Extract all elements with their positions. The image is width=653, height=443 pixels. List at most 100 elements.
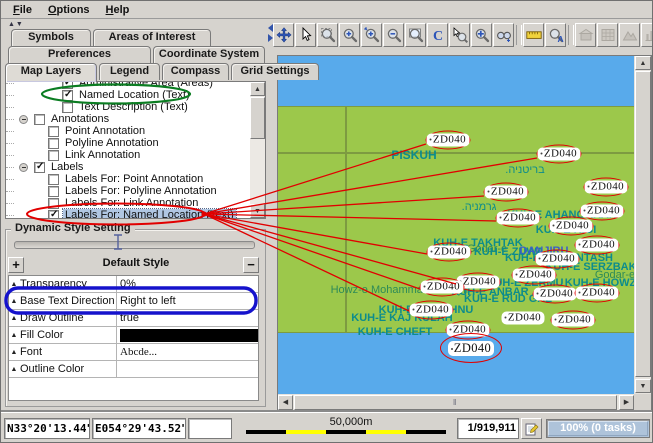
layer-checkbox[interactable] — [62, 81, 73, 89]
layer-checkbox[interactable] — [48, 198, 59, 209]
layer-checkbox[interactable] — [48, 150, 59, 161]
scroll-up-icon[interactable]: ▲ — [250, 82, 265, 96]
toolbar-separator — [568, 25, 574, 45]
property-value[interactable]: 0% — [117, 276, 258, 292]
scrollbar-thumb[interactable] — [635, 71, 651, 377]
refresh-tool-button[interactable]: C — [427, 23, 448, 47]
tree-item-named-location-text[interactable]: Named Location (Text) — [6, 89, 265, 101]
zd040-label: ZD040 — [502, 312, 544, 325]
scroll-left-icon[interactable]: ◀ — [278, 395, 293, 410]
tree-item-link-annotation[interactable]: Link Annotation — [6, 149, 265, 161]
tree-item-label: Link Annotation — [63, 149, 142, 161]
gray-grid-icon — [600, 27, 616, 43]
progress-label: 100% (0 tasks) — [547, 420, 649, 437]
zoom-center-tool-button[interactable] — [471, 23, 492, 47]
tree-item-labels[interactable]: Labels — [6, 161, 265, 173]
tab-row-1: SymbolsAreas of Interest — [11, 29, 213, 46]
sort-arrow-icon[interactable]: ▲ — [9, 315, 19, 322]
tab-coordinate-system[interactable]: Coordinate System — [153, 46, 265, 63]
layer-checkbox[interactable] — [34, 114, 45, 125]
map-toolbar: CA — [273, 23, 653, 47]
measure-tool-button[interactable] — [523, 23, 544, 47]
layer-checkbox[interactable] — [48, 126, 59, 137]
tab-map-layers[interactable]: Map Layers — [5, 63, 97, 82]
tree-item-label: Labels For: Named Location (Text) — [63, 209, 236, 219]
scale-ratio-input[interactable]: 1/919,911 — [457, 418, 519, 439]
zoom-window-tool-button[interactable] — [317, 23, 338, 47]
property-name: Draw Outline — [19, 310, 117, 326]
tree-scrollbar[interactable]: ▲ ▼ — [250, 82, 265, 218]
map-viewport[interactable]: PISKUHבריטניה.גרמניה.KUH-E AHANGARANKUH-… — [278, 56, 634, 394]
zoom-in-center-tool-button[interactable] — [361, 23, 382, 47]
tree-item-administrative-area-areas[interactable]: Administrative Area (Areas) — [6, 81, 265, 89]
layer-checkbox[interactable] — [48, 186, 59, 197]
layer-checkbox[interactable] — [62, 102, 73, 113]
zoom-extent-tool-button[interactable] — [405, 23, 426, 47]
sort-arrow-icon[interactable]: ▲ — [9, 349, 19, 356]
sort-arrow-icon[interactable]: ▲ — [9, 298, 19, 305]
pan-tool-button[interactable] — [273, 23, 294, 47]
layer-checkbox[interactable] — [48, 138, 59, 149]
color-swatch[interactable] — [120, 329, 258, 342]
tree-item-labels-for-link-annotation[interactable]: Labels For: Link Annotation — [6, 197, 265, 209]
layer-checkbox[interactable] — [48, 174, 59, 185]
tab-scroll-arrows[interactable]: ▲▼ — [8, 21, 24, 28]
tab-legend[interactable]: Legend — [99, 63, 160, 80]
tree-item-point-annotation[interactable]: Point Annotation — [6, 125, 265, 137]
tree-item-text-description-text[interactable]: Text Description (Text) — [6, 101, 265, 113]
tab-compass[interactable]: Compass — [162, 63, 229, 80]
sort-arrow-icon[interactable]: ▲ — [9, 281, 19, 288]
property-value[interactable] — [117, 361, 258, 377]
tree-item-label: Labels For: Point Annotation — [63, 173, 205, 185]
letter-c-icon: C — [430, 27, 446, 43]
add-style-button[interactable]: + — [8, 257, 24, 273]
scroll-down-icon[interactable]: ▼ — [635, 379, 651, 393]
tab-grid-settings[interactable]: Grid Settings — [231, 63, 319, 80]
layer-checkbox[interactable] — [34, 162, 45, 173]
sort-arrow-icon[interactable]: ▲ — [9, 332, 19, 339]
zoom-out-tool-button[interactable] — [383, 23, 404, 47]
property-value[interactable]: true — [117, 310, 258, 326]
menu-item-help[interactable]: Help — [98, 3, 138, 17]
property-value[interactable]: Abcde... — [117, 344, 258, 360]
map-horizontal-scrollbar[interactable]: ◀ ‖ ▶ — [278, 394, 634, 410]
find-tool-button[interactable] — [493, 23, 514, 47]
scrollbar-thumb[interactable] — [250, 97, 265, 139]
tree-item-annotations[interactable]: Annotations — [6, 113, 265, 125]
tab-preferences[interactable]: Preferences — [8, 46, 151, 63]
menu-item-options[interactable]: Options — [40, 3, 98, 17]
tree-item-labels-for-named-location-text[interactable]: Labels For: Named Location (Text) — [6, 209, 265, 219]
scroll-down-icon[interactable]: ▼ — [250, 204, 265, 218]
layer-checkbox[interactable] — [62, 90, 73, 101]
map-vertical-scrollbar[interactable]: ▲ ▼ — [634, 56, 651, 394]
zoom-in-tool-button[interactable] — [339, 23, 360, 47]
style-slider[interactable] — [14, 241, 255, 249]
mag-cross-icon — [474, 27, 490, 43]
tab-symbols[interactable]: Symbols — [11, 29, 91, 46]
tab-areas-of-interest[interactable]: Areas of Interest — [93, 29, 211, 46]
sort-arrow-icon[interactable]: ▲ — [9, 366, 19, 373]
scroll-right-icon[interactable]: ▶ — [619, 395, 634, 410]
tree-node-handle-icon[interactable] — [19, 163, 28, 172]
select-tool-button[interactable] — [295, 23, 316, 47]
remove-style-button[interactable]: − — [243, 257, 259, 273]
zd040-label: ZD040 — [534, 288, 576, 301]
empty-readout — [188, 418, 232, 439]
map-gridline-vertical — [345, 106, 347, 333]
tree-item-polyline-annotation[interactable]: Polyline Annotation — [6, 137, 265, 149]
scroll-up-icon[interactable]: ▲ — [635, 56, 651, 70]
zd040-marker: ZD040 — [512, 266, 557, 285]
tree-node-handle-icon[interactable] — [19, 115, 28, 124]
find-label-tool-button[interactable]: A — [545, 23, 566, 47]
menu-item-file[interactable]: File — [5, 3, 40, 17]
tree-item-labels-for-polyline-annotation[interactable]: Labels For: Polyline Annotation — [6, 185, 265, 197]
property-value[interactable]: Right to left — [117, 293, 258, 309]
edit-scale-button[interactable] — [521, 418, 542, 439]
zd040-label: ZD040 — [536, 253, 578, 266]
property-value[interactable] — [117, 327, 258, 343]
layer-checkbox[interactable] — [48, 210, 59, 220]
zoom-selection-tool-button[interactable] — [449, 23, 470, 47]
tree-item-labels-for-point-annotation[interactable]: Labels For: Point Annotation — [6, 173, 265, 185]
tree-item-label: Named Location (Text) — [77, 89, 192, 101]
scrollbar-thumb[interactable]: ‖ — [294, 395, 617, 410]
